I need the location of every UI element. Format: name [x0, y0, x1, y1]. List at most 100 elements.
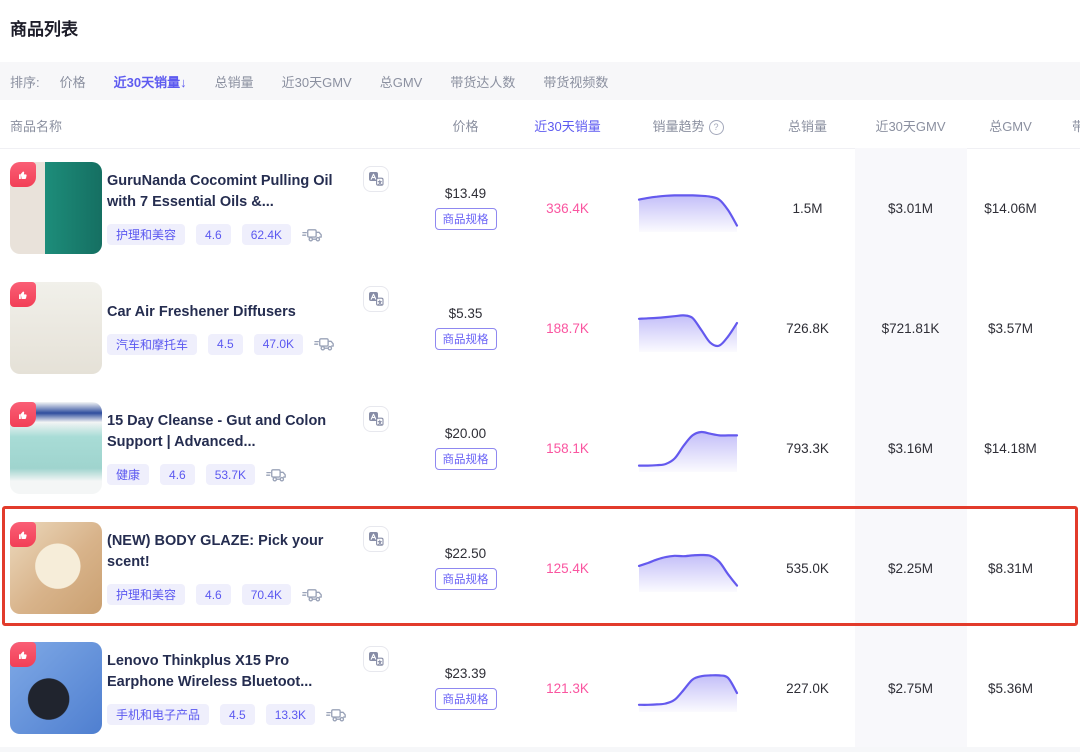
trend-sparkline: [636, 544, 740, 592]
rating-tag: 4.6: [160, 464, 195, 485]
category-tag[interactable]: 手机和电子产品: [107, 704, 209, 725]
sort-option-0[interactable]: 价格: [60, 72, 86, 91]
translate-button[interactable]: [363, 646, 389, 672]
translate-button[interactable]: [363, 166, 389, 192]
price-value: $13.49: [445, 186, 486, 201]
category-tag[interactable]: 护理和美容: [107, 584, 185, 605]
product-name[interactable]: (NEW) BODY GLAZE: Pick your scent!: [107, 531, 357, 573]
product-info: Car Air Freshener Diffusers 汽车和摩托车 4.5 4…: [107, 282, 357, 374]
column-header-name[interactable]: 商品名称: [10, 116, 62, 135]
sort-option-2[interactable]: 总销量: [215, 72, 254, 91]
review-count-tag: 13.3K: [266, 704, 315, 725]
sort-option-1[interactable]: 近30天销量↓: [114, 72, 187, 91]
product-info: (NEW) BODY GLAZE: Pick your scent! 护理和美容…: [107, 522, 357, 614]
product-rows: GuruNanda Cocomint Pulling Oil with 7 Es…: [0, 148, 1080, 748]
hot-badge: [10, 282, 36, 307]
product-image[interactable]: [10, 282, 102, 374]
product-image[interactable]: [10, 642, 102, 734]
sales-30d-value: 158.1K: [505, 388, 630, 508]
spec-badge[interactable]: 商品规格: [435, 448, 497, 470]
column-header-next-clipped: 带货达人数: [1072, 116, 1080, 135]
translate-icon: [368, 171, 384, 187]
question-circle-icon[interactable]: ?: [709, 120, 724, 135]
product-tags: 汽车和摩托车 4.5 47.0K: [107, 334, 357, 355]
hot-badge: [10, 642, 36, 667]
category-tag[interactable]: 健康: [107, 464, 149, 485]
hot-badge: [10, 522, 36, 547]
trend-sparkline: [636, 424, 740, 472]
sort-option-3[interactable]: 近30天GMV: [282, 72, 352, 91]
spec-badge[interactable]: 商品规格: [435, 688, 497, 710]
thumbs-up-icon: [17, 168, 30, 181]
product-name[interactable]: GuruNanda Cocomint Pulling Oil with 7 Es…: [107, 171, 357, 213]
product-info: GuruNanda Cocomint Pulling Oil with 7 Es…: [107, 162, 357, 254]
page-title: 商品列表: [10, 15, 78, 40]
table-row[interactable]: 15 Day Cleanse - Gut and Colon Support |…: [0, 388, 1080, 508]
total-gmv-value: $8.31M: [948, 508, 1073, 628]
translate-icon: [368, 531, 384, 547]
translate-button[interactable]: [363, 406, 389, 432]
delivery-truck-icon: [266, 467, 287, 483]
sales-30d-value: 121.3K: [505, 628, 630, 748]
sort-options: 价格 近30天销量↓ 总销量 近30天GMV 总GMV 带货达人数 带货视频数: [60, 72, 637, 91]
trend-header-label: 销量趋势: [652, 119, 704, 134]
total-gmv-value: $14.18M: [948, 388, 1073, 508]
translate-button[interactable]: [363, 286, 389, 312]
category-tag[interactable]: 护理和美容: [107, 224, 185, 245]
spec-badge[interactable]: 商品规格: [435, 328, 497, 350]
rating-tag: 4.5: [220, 704, 255, 725]
product-name[interactable]: 15 Day Cleanse - Gut and Colon Support |…: [107, 411, 357, 453]
translate-icon: [368, 651, 384, 667]
product-name[interactable]: Lenovo Thinkplus X15 Pro Earphone Wirele…: [107, 651, 357, 693]
product-tags: 手机和电子产品 4.5 13.3K: [107, 704, 357, 725]
sort-option-5[interactable]: 带货达人数: [450, 72, 515, 91]
trend-sparkline: [636, 184, 740, 232]
translate-icon: [368, 291, 384, 307]
spec-badge[interactable]: 商品规格: [435, 208, 497, 230]
table-row[interactable]: Car Air Freshener Diffusers 汽车和摩托车 4.5 4…: [0, 268, 1080, 388]
hot-badge: [10, 162, 36, 187]
price-value: $5.35: [449, 306, 483, 321]
sort-option-6[interactable]: 带货视频数: [543, 72, 608, 91]
delivery-truck-icon: [326, 707, 347, 723]
column-header-sales30[interactable]: 近30天销量: [505, 116, 630, 135]
sales-30d-value: 336.4K: [505, 148, 630, 268]
review-count-tag: 70.4K: [242, 584, 291, 605]
table-row[interactable]: (NEW) BODY GLAZE: Pick your scent! 护理和美容…: [0, 508, 1080, 628]
product-info: Lenovo Thinkplus X15 Pro Earphone Wirele…: [107, 642, 357, 734]
review-count-tag: 47.0K: [254, 334, 303, 355]
column-header-total-gmv[interactable]: 总GMV: [948, 116, 1073, 135]
product-info: 15 Day Cleanse - Gut and Colon Support |…: [107, 402, 357, 494]
sort-label: 排序:: [10, 72, 40, 91]
trend-sparkline: [636, 304, 740, 352]
hot-badge: [10, 402, 36, 427]
thumbs-up-icon: [17, 528, 30, 541]
delivery-truck-icon: [302, 587, 323, 603]
product-image[interactable]: [10, 162, 102, 254]
rating-tag: 4.6: [196, 584, 231, 605]
total-gmv-value: $5.36M: [948, 628, 1073, 748]
product-name[interactable]: Car Air Freshener Diffusers: [107, 302, 357, 323]
table-row[interactable]: GuruNanda Cocomint Pulling Oil with 7 Es…: [0, 148, 1080, 268]
spec-badge[interactable]: 商品规格: [435, 568, 497, 590]
price-value: $23.39: [445, 666, 486, 681]
review-count-tag: 62.4K: [242, 224, 291, 245]
delivery-truck-icon: [302, 227, 323, 243]
rating-tag: 4.5: [208, 334, 243, 355]
product-image[interactable]: [10, 522, 102, 614]
column-header-trend[interactable]: 销量趋势?: [620, 116, 756, 135]
delivery-truck-icon: [314, 336, 335, 352]
sort-option-4[interactable]: 总GMV: [380, 72, 423, 91]
total-gmv-value: $14.06M: [948, 148, 1073, 268]
product-tags: 护理和美容 4.6 70.4K: [107, 584, 357, 605]
product-image[interactable]: [10, 402, 102, 494]
category-tag[interactable]: 汽车和摩托车: [107, 334, 197, 355]
product-tags: 健康 4.6 53.7K: [107, 464, 357, 485]
thumbs-up-icon: [17, 408, 30, 421]
sales-30d-value: 188.7K: [505, 268, 630, 388]
translate-button[interactable]: [363, 526, 389, 552]
review-count-tag: 53.7K: [206, 464, 255, 485]
table-row[interactable]: Lenovo Thinkplus X15 Pro Earphone Wirele…: [0, 628, 1080, 748]
sales-30d-value: 125.4K: [505, 508, 630, 628]
table-header: 商品名称 价格 近30天销量 销量趋势? 总销量 近30天GMV 总GMV 带货…: [0, 100, 1080, 149]
